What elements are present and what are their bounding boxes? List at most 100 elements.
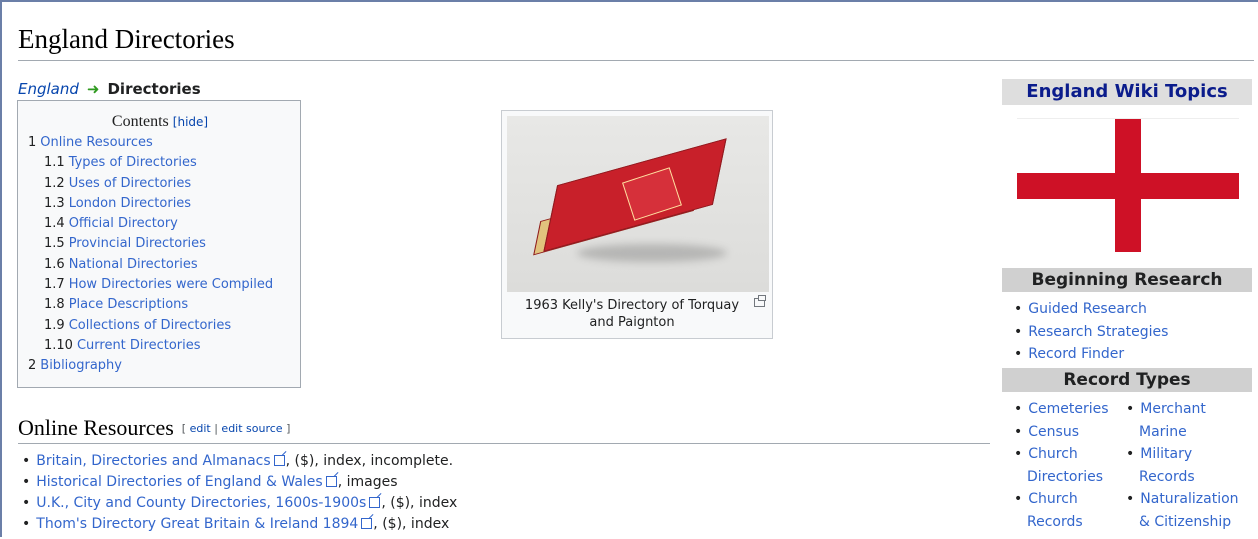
beginning-research-list: • Guided Research • Research Strategies • R… (1014, 298, 1168, 366)
sidebar-item-label[interactable]: Church (1028, 491, 1078, 507)
bullet: • (1014, 323, 1023, 340)
toc-item-label[interactable]: Online Resources (40, 135, 152, 150)
sidebar-item-label[interactable]: Cemeteries (1028, 401, 1108, 417)
book-shadow (577, 244, 727, 262)
toc-item[interactable]: 1.8 Place Descriptions (28, 295, 292, 315)
sidebar-item[interactable]: • Church Directories (1014, 443, 1109, 488)
sidebar-item[interactable]: • Guided Research (1014, 298, 1168, 321)
resource-link[interactable]: Thom's Directory Great Britain & Ireland… (36, 516, 358, 532)
external-link-icon (369, 497, 381, 508)
bullet: • (1014, 401, 1023, 417)
toc-item-number: 1.9 (44, 317, 65, 333)
bullet: • (22, 516, 31, 532)
toc-item[interactable]: 2 Bibliography (28, 356, 292, 376)
england-flag-icon (1017, 118, 1239, 252)
resource-link[interactable]: Britain, Directories and Almanacs (36, 453, 270, 469)
sidebar-title[interactable]: England Wiki Topics (1002, 79, 1252, 105)
sidebar-item[interactable]: • Research Strategies (1014, 321, 1168, 344)
sidebar-item-label-line2[interactable]: & Citizenship (1126, 511, 1239, 534)
toc-item[interactable]: 1.5 Provincial Directories (28, 234, 292, 254)
bullet: • (22, 453, 31, 469)
sidebar-item-label[interactable]: Guided Research (1028, 301, 1147, 317)
list-item: • Britain, Directories and Almanacs , ($),… (22, 451, 457, 472)
toc-item-label[interactable]: Place Descriptions (69, 297, 189, 312)
toc-item-label[interactable]: Provincial Directories (69, 236, 206, 251)
bullet: • (1014, 423, 1023, 440)
bullet: • (22, 495, 31, 511)
toc-item-label[interactable]: Types of Directories (69, 155, 197, 170)
toc-item[interactable]: 1.4 Official Directory (28, 214, 292, 234)
external-link-icon (325, 476, 337, 487)
sidebar-item-label[interactable]: Census (1028, 424, 1079, 440)
sidebar-item-label[interactable]: Merchant (1140, 401, 1206, 417)
sidebar-item-label[interactable]: Military (1140, 446, 1192, 462)
sidebar-item[interactable]: • Cemeteries (1014, 398, 1109, 421)
resource-note: , ($), index (373, 516, 450, 532)
toc-item-label[interactable]: Bibliography (40, 358, 122, 373)
toc-item[interactable]: 1.9 Collections of Directories (28, 316, 292, 336)
toc-item-label[interactable]: Collections of Directories (69, 318, 231, 333)
list-item: • U.K., City and County Directories, 1600… (22, 493, 457, 514)
thumbnail-figure: 1963 Kelly's Directory of Torquay and Pa… (501, 110, 773, 339)
sidebar-item[interactable]: • Church Records (1014, 488, 1109, 533)
edit-link[interactable]: edit (190, 422, 211, 435)
toc-item[interactable]: 1.1 Types of Directories (28, 153, 292, 173)
toc-item-number: 1.10 (44, 337, 73, 353)
breadcrumb-current: Directories (107, 80, 201, 98)
toc-item-label[interactable]: Current Directories (77, 338, 201, 353)
toc-item-label[interactable]: National Directories (69, 257, 198, 272)
sidebar-item-label[interactable]: Church (1028, 446, 1078, 462)
toc-item[interactable]: 1.3 London Directories (28, 194, 292, 214)
toc-item-number: 1 (28, 135, 37, 150)
breadcrumb: England ➜ Directories (18, 80, 201, 98)
toc-item[interactable]: 1 Online Resources (28, 133, 292, 153)
edit-source-link[interactable]: edit source (221, 422, 282, 435)
bullet: • (22, 474, 31, 490)
thumbnail-caption: 1963 Kelly's Directory of Torquay and Pa… (524, 298, 740, 330)
sidebar-item-label-line2[interactable]: Records (1014, 511, 1109, 534)
resource-link[interactable]: U.K., City and County Directories, 1600s… (36, 495, 366, 511)
magnify-icon[interactable] (754, 295, 766, 307)
sidebar-item-label-line2[interactable]: Directories (1014, 466, 1109, 489)
toc-item-label[interactable]: How Directories were Compiled (69, 277, 273, 292)
sidebar-item[interactable]: • Record Finder (1014, 343, 1168, 366)
bullet: • (1014, 491, 1023, 507)
bullet: • (1014, 446, 1023, 462)
toc-hide-label[interactable]: hide (177, 115, 203, 129)
toc-item[interactable]: 1.6 National Directories (28, 255, 292, 275)
list-item: • Historical Directories of England & Wal… (22, 472, 457, 493)
sidebar-item[interactable]: • Military Records (1126, 443, 1239, 488)
list-item: • Thom's Directory Great Britain & Irelan… (22, 514, 457, 535)
book-photo[interactable] (507, 116, 769, 292)
toc-title: Contents (111, 113, 169, 130)
resource-link[interactable]: Historical Directories of England & Wale… (36, 474, 322, 490)
resource-note: , ($), index (381, 495, 458, 511)
sidebar-item-label-line2[interactable]: Records (1126, 466, 1239, 489)
toc-item-number: 1.5 (44, 236, 65, 252)
toc-item-number: 1.2 (44, 175, 65, 191)
sidebar-item-label[interactable]: Record Finder (1028, 346, 1124, 362)
toc-item[interactable]: 1.2 Uses of Directories (28, 174, 292, 194)
section-title: Online Resources (18, 415, 174, 440)
toc-item-label[interactable]: Official Directory (69, 216, 178, 231)
toc-item-label[interactable]: London Directories (69, 196, 191, 211)
toc-item[interactable]: 1.10 Current Directories (28, 336, 292, 356)
toc-header: Contents [hide] (28, 113, 292, 131)
sidebar-item[interactable]: • Merchant Marine (1126, 398, 1239, 443)
sidebar-item-label[interactable]: Research Strategies (1028, 324, 1168, 340)
toc-item-label[interactable]: Uses of Directories (69, 176, 191, 191)
bullet: • (1126, 401, 1135, 417)
sidebar-item-label[interactable]: Naturalization (1140, 491, 1238, 507)
toc-hide-toggle[interactable]: [hide] (173, 115, 208, 129)
sidebar-item[interactable]: • Naturalization & Citizenship (1126, 488, 1239, 533)
edit-section-links: [ edit | edit source ] (181, 422, 291, 435)
toc-item[interactable]: 1.7 How Directories were Compiled (28, 275, 292, 295)
toc-item-number: 1.1 (44, 155, 65, 171)
bullet: • (1126, 491, 1135, 507)
breadcrumb-england-link[interactable]: England (18, 80, 79, 98)
sidebar-item-label-line2[interactable]: Marine (1126, 421, 1239, 444)
bullet: • (1126, 446, 1135, 462)
sidebar-item[interactable]: • Census (1014, 421, 1109, 444)
bullet: • (1014, 346, 1023, 362)
resource-list: • Britain, Directories and Almanacs , ($),… (22, 451, 457, 535)
